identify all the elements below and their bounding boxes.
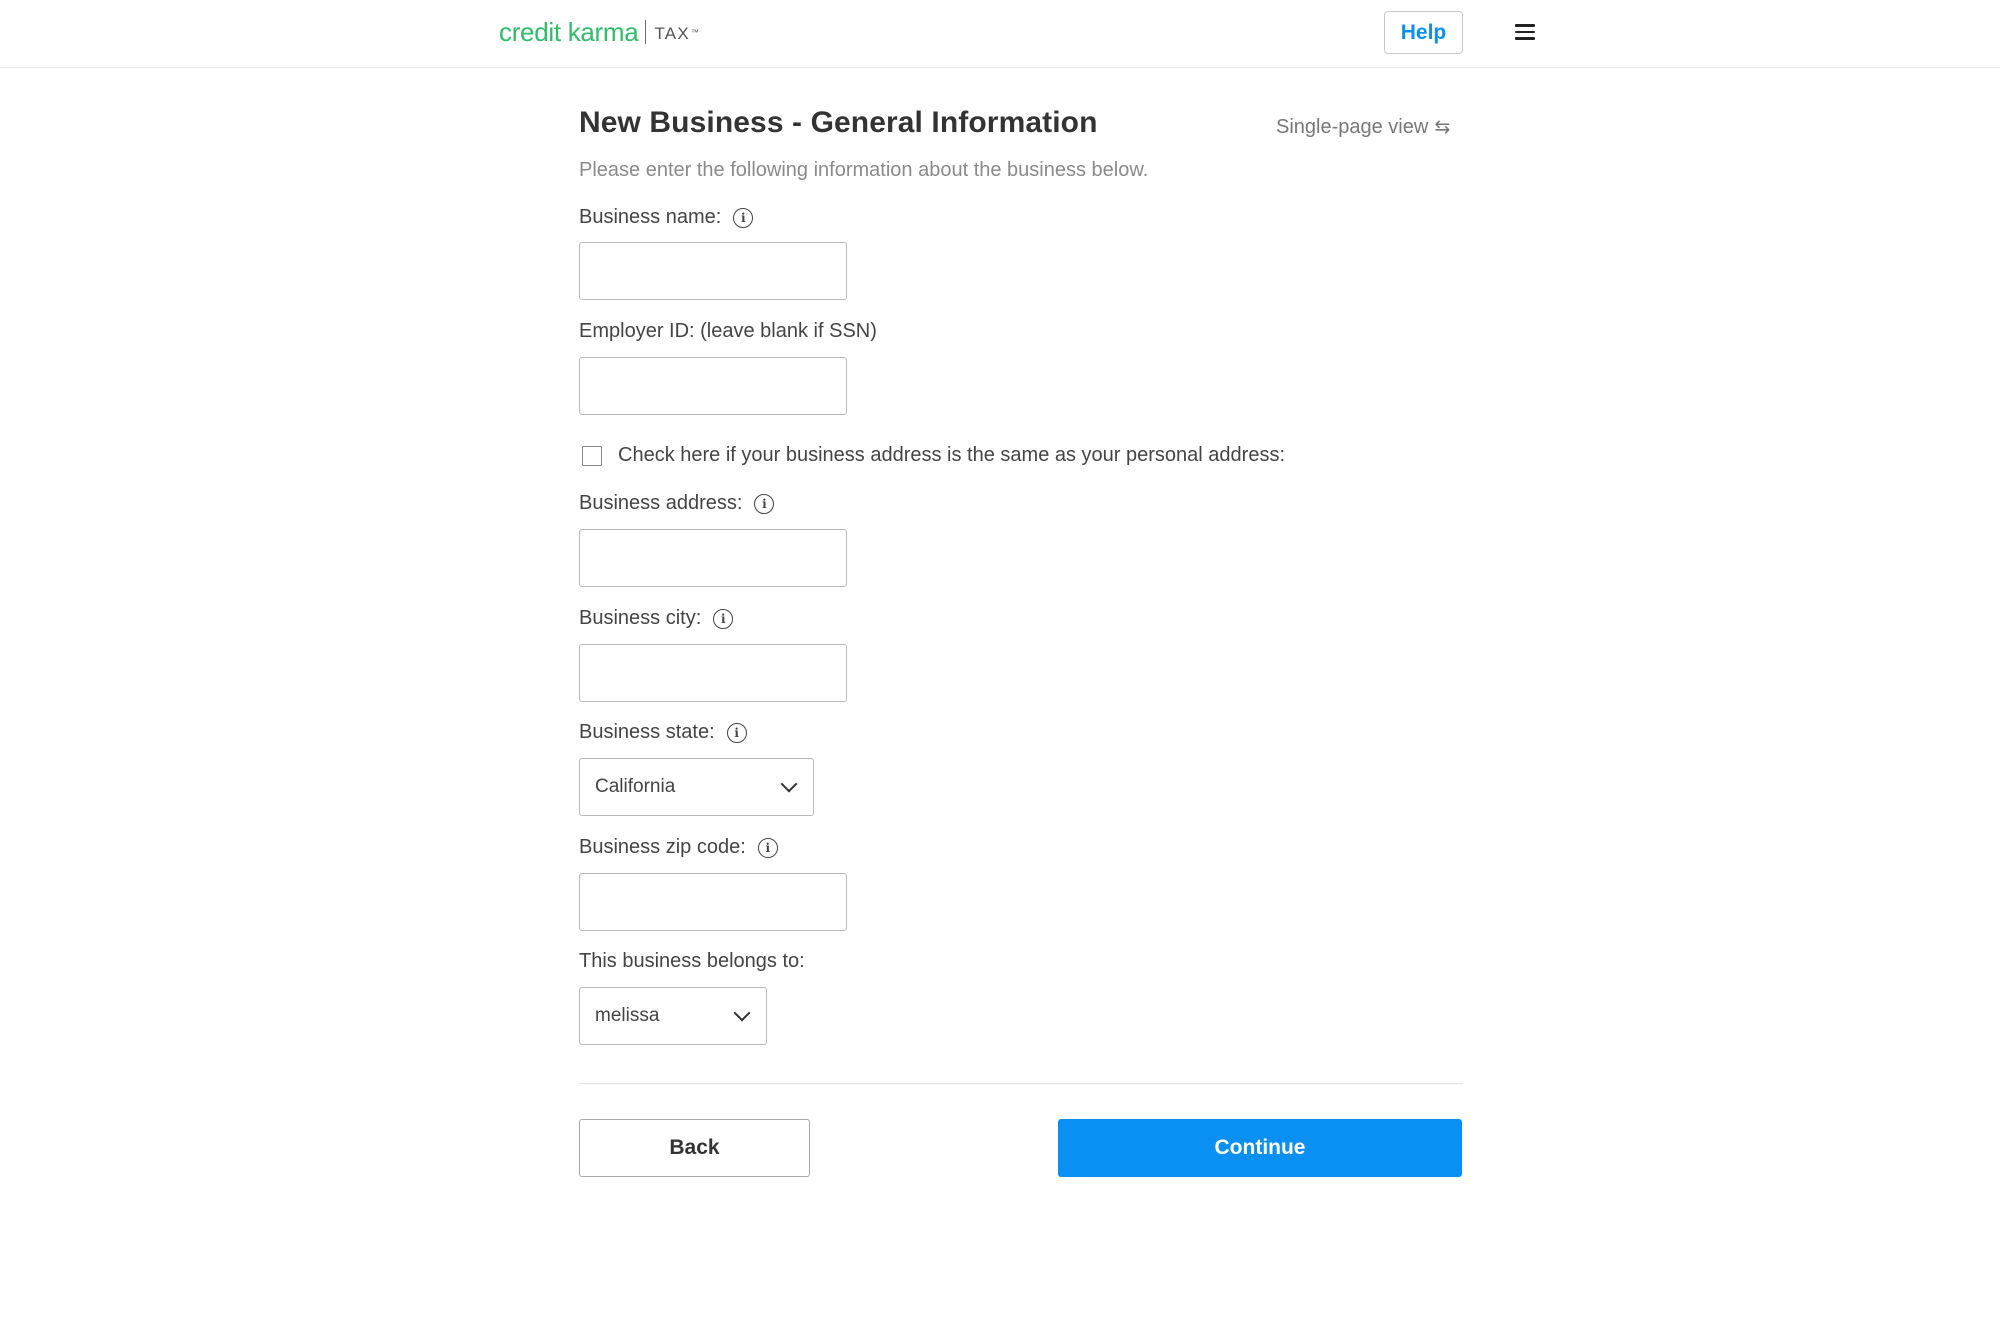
back-button[interactable]: Back xyxy=(579,1119,810,1177)
belongs-to-label-text: This business belongs to: xyxy=(579,950,805,972)
business-state-label: Business state: i xyxy=(579,721,747,744)
business-address-label: Business address: i xyxy=(579,492,775,515)
top-header: credit karma TAX ™ Help xyxy=(0,0,2000,68)
belongs-to-selected: melissa xyxy=(595,1005,660,1026)
menu-bar xyxy=(1515,30,1535,34)
single-page-view-label: Single-page view xyxy=(1276,116,1429,138)
chevron-down-icon xyxy=(780,775,798,792)
help-button[interactable]: Help xyxy=(1384,11,1463,54)
business-name-input[interactable] xyxy=(579,242,847,300)
employer-id-label-text: Employer ID: (leave blank if SSN) xyxy=(579,320,877,342)
business-state-select[interactable]: California xyxy=(579,758,814,816)
business-zip-label-text: Business zip code: xyxy=(579,836,746,858)
menu-bar xyxy=(1515,24,1535,27)
trademark-mark: ™ xyxy=(690,27,699,37)
logo-divider xyxy=(645,20,647,44)
info-icon[interactable]: i xyxy=(754,493,775,514)
business-zip-input[interactable] xyxy=(579,873,847,931)
belongs-to-select[interactable]: melissa xyxy=(579,987,767,1045)
business-name-label: Business name: i xyxy=(579,206,754,229)
business-zip-label: Business zip code: i xyxy=(579,836,778,859)
continue-button[interactable]: Continue xyxy=(1058,1119,1462,1177)
page-title: New Business - General Information xyxy=(579,106,1098,139)
info-icon[interactable]: i xyxy=(726,722,747,743)
business-city-label: Business city: i xyxy=(579,607,734,630)
form-divider xyxy=(579,1083,1463,1084)
business-city-label-text: Business city: xyxy=(579,607,702,629)
same-address-checkbox[interactable] xyxy=(582,445,602,466)
logo-brand-text: credit karma xyxy=(499,16,639,47)
same-address-label: Check here if your business address is t… xyxy=(618,444,1286,466)
page-subtitle: Please enter the following information a… xyxy=(579,159,1149,181)
swap-arrows-icon: ⇆ xyxy=(1434,117,1451,138)
single-page-view-link[interactable]: Single-page view ⇆ xyxy=(1276,116,1450,139)
info-icon[interactable]: i xyxy=(733,207,754,228)
business-city-input[interactable] xyxy=(579,644,847,702)
chevron-down-icon xyxy=(733,1004,751,1021)
info-icon[interactable]: i xyxy=(713,608,734,629)
employer-id-label: Employer ID: (leave blank if SSN) xyxy=(579,320,877,343)
hamburger-menu-icon[interactable] xyxy=(1515,22,1539,42)
belongs-to-label: This business belongs to: xyxy=(579,950,805,973)
info-icon[interactable]: i xyxy=(757,837,778,858)
business-name-label-text: Business name: xyxy=(579,206,722,228)
business-state-label-text: Business state: xyxy=(579,721,715,743)
employer-id-input[interactable] xyxy=(579,357,847,415)
business-address-label-text: Business address: xyxy=(579,492,743,514)
menu-bar xyxy=(1515,37,1535,40)
same-address-row: Check here if your business address is t… xyxy=(582,444,1285,467)
business-address-input[interactable] xyxy=(579,529,847,587)
logo-product-text: TAX xyxy=(654,23,690,43)
credit-karma-tax-logo[interactable]: credit karma TAX ™ xyxy=(499,14,699,50)
business-state-selected: California xyxy=(595,776,676,797)
